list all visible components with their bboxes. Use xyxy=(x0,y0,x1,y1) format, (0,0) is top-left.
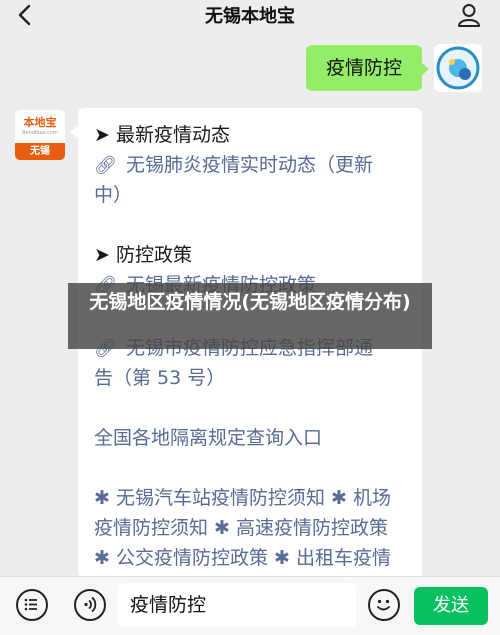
notice-line-1[interactable]: ✱ 无锡汽车站疫情防控须知 ✱ 机场 xyxy=(94,483,414,513)
link-realtime-updates[interactable]: 🔗︎ 无锡肺炎疫情实时动态（更新 xyxy=(94,150,414,181)
menu-button[interactable] xyxy=(16,589,48,621)
section-heading-policy: ➤ 防控政策 xyxy=(94,244,192,266)
voice-button[interactable] xyxy=(74,589,106,621)
link-emergency-notice-cont[interactable]: 告（第 53 号） xyxy=(94,363,414,393)
user-avatar-image xyxy=(436,46,480,90)
message-input-value: 疫情防控 xyxy=(130,594,207,616)
caption-overlay-text: 无锡地区疫情情况(无锡地区疫情分布) xyxy=(89,291,411,313)
voice-icon xyxy=(84,596,97,613)
emoji-button[interactable] xyxy=(368,589,400,621)
top-bar: 无锡本地宝 xyxy=(0,0,500,32)
input-bar: 疫情防控 发送 xyxy=(0,576,500,635)
caption-overlay: 无锡地区疫情情况(无锡地区疫情分布) xyxy=(68,283,432,349)
send-button[interactable]: 发送 xyxy=(414,587,488,625)
page-title: 无锡本地宝 xyxy=(205,6,295,27)
user-message-text: 疫情防控 xyxy=(325,57,402,79)
link-icon: 🔗︎ xyxy=(94,155,117,176)
menu-icon xyxy=(24,598,37,611)
notice-line-3[interactable]: ✱ 公交疫情防控政策 ✱ 出租车疫情 xyxy=(94,543,414,573)
emoji-icon xyxy=(377,599,390,611)
user-message-bubble: 疫情防控 xyxy=(306,45,429,91)
notice-line-2[interactable]: 疫情防控须知 ✱ 高速疫情防控政策 xyxy=(94,513,414,543)
link-quarantine-query[interactable]: 全国各地隔离规定查询入口 xyxy=(94,423,414,453)
message-input[interactable]: 疫情防控 xyxy=(118,583,356,627)
bot-avatar[interactable]: 本地宝 Bendibao.com 无锡 xyxy=(15,110,65,160)
link-realtime-updates-cont[interactable]: 中） xyxy=(94,180,414,210)
bot-avatar-logo: 本地宝 xyxy=(23,116,57,129)
bot-avatar-city: 无锡 xyxy=(15,143,65,160)
link-realtime-updates-label: 无锡肺炎疫情实时动态（更新 xyxy=(126,154,374,176)
section-heading-latest: ➤ 最新疫情动态 xyxy=(94,124,230,146)
person-icon[interactable] xyxy=(456,2,482,28)
user-avatar[interactable] xyxy=(434,44,482,92)
bot-avatar-domain: Bendibao.com xyxy=(22,130,58,136)
